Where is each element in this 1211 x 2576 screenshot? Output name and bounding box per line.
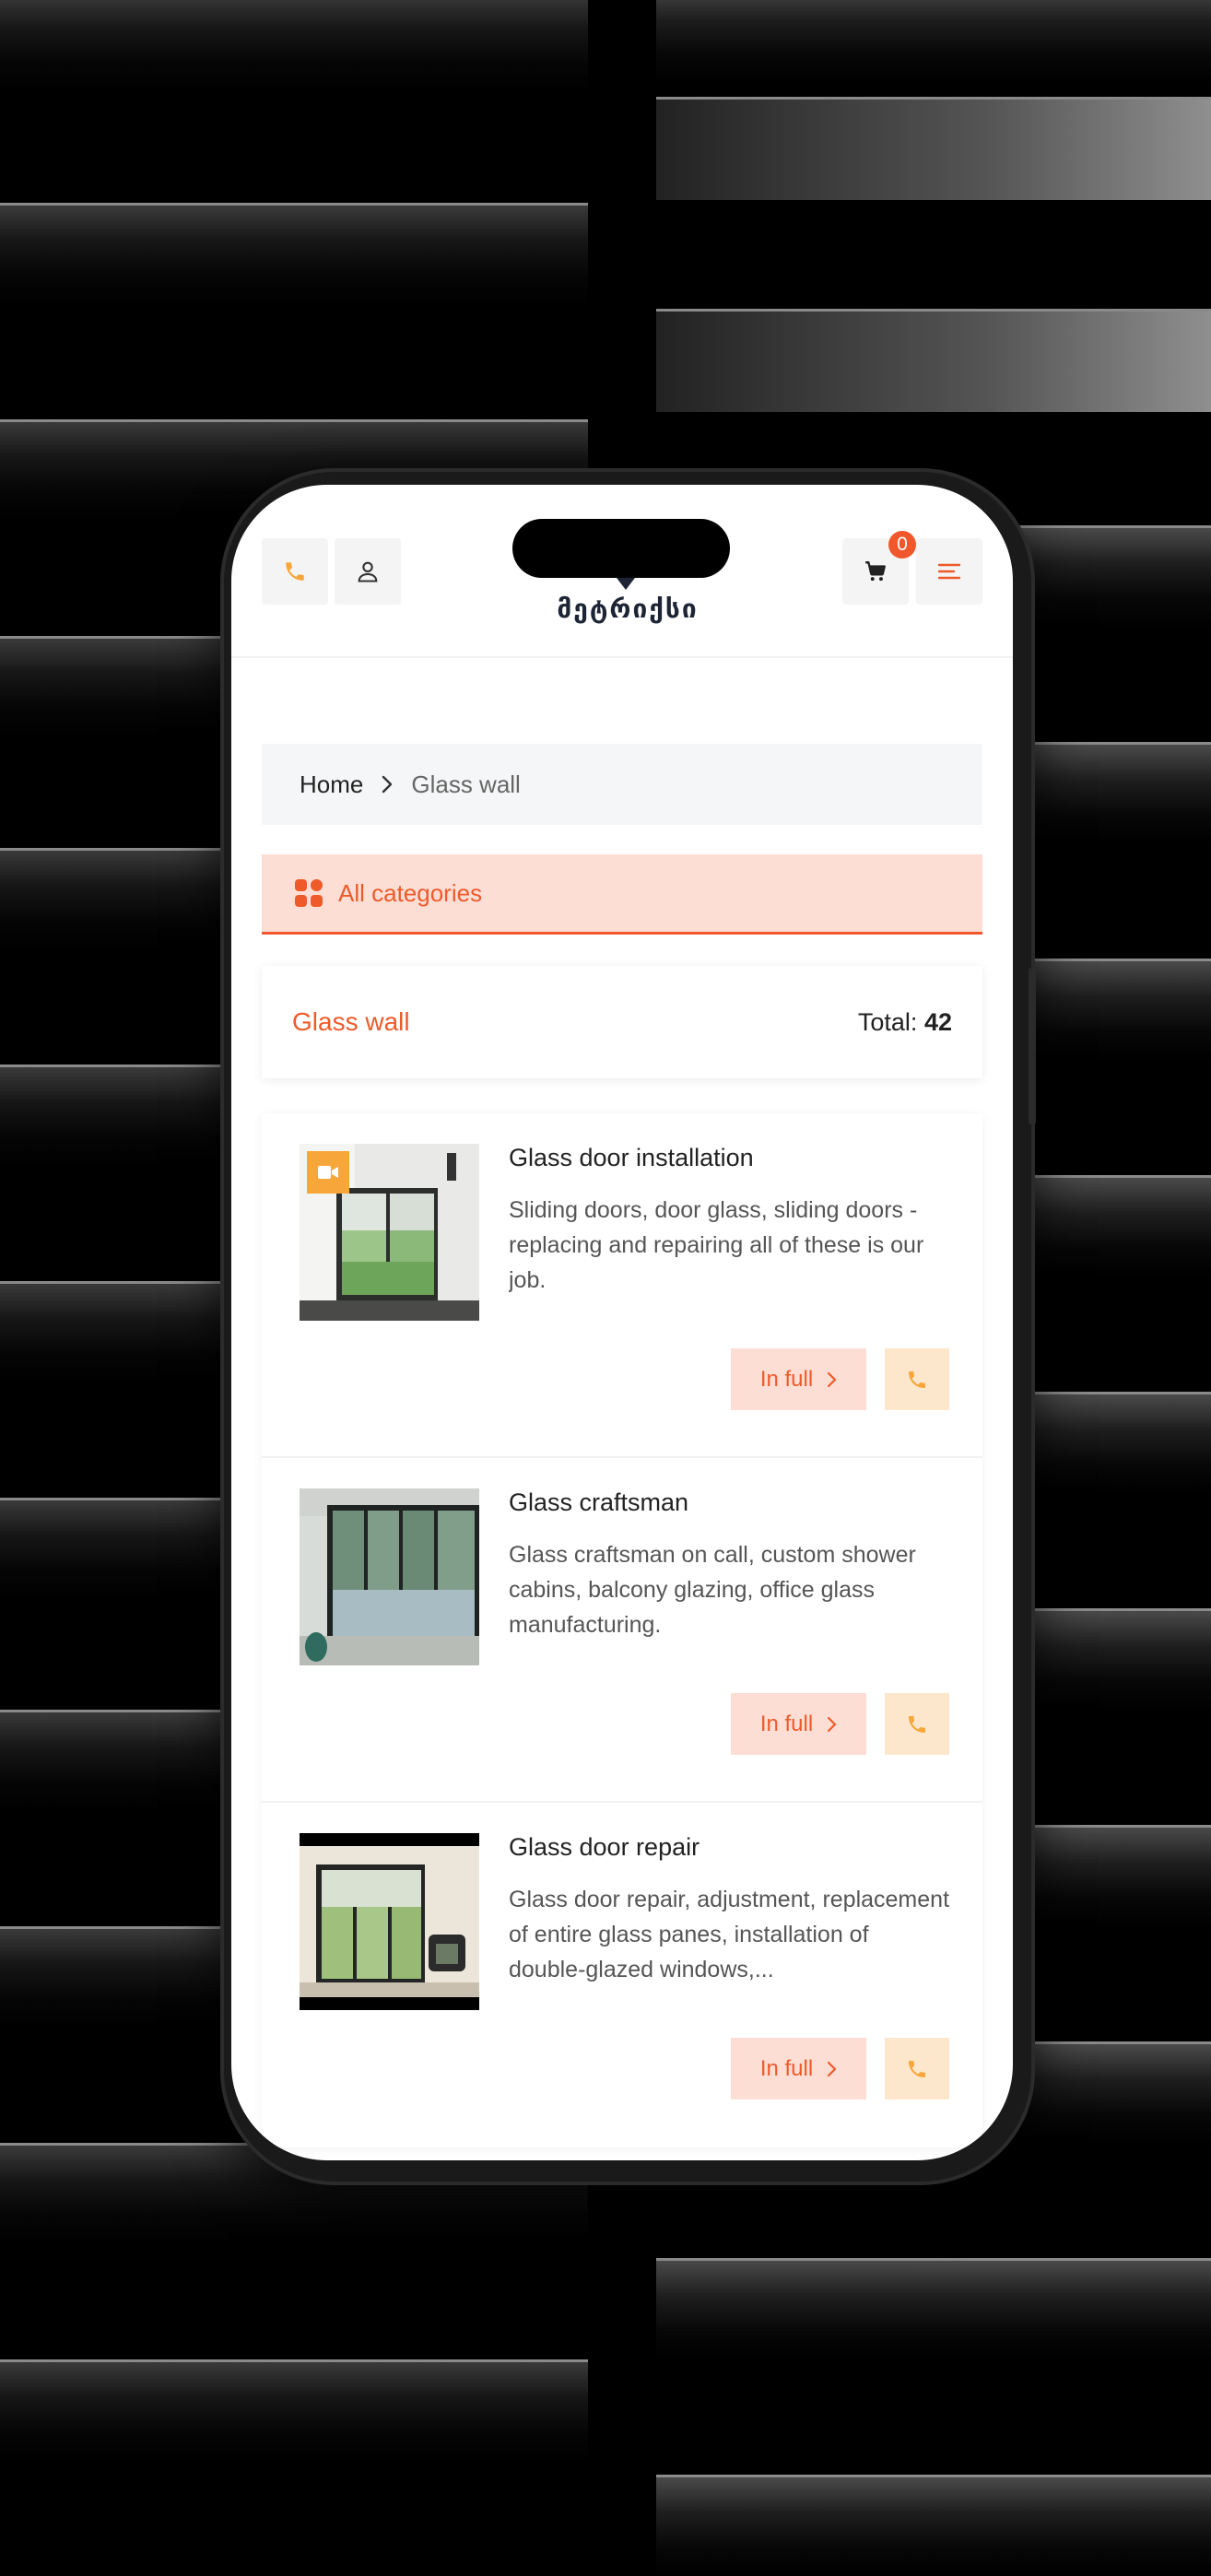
chevron-right-icon [828, 2061, 837, 2076]
chevron-right-icon [828, 1371, 837, 1387]
in-full-button[interactable]: In full [731, 2038, 866, 2100]
logo-mark [617, 578, 635, 590]
chevron-right-icon [380, 774, 394, 794]
phone-icon [286, 562, 304, 581]
service-list: Glass door installation Sliding doors, d… [262, 1113, 982, 2147]
item-description: Glass door repair, adjustment, replaceme… [509, 1887, 950, 1982]
in-full-button[interactable]: In full [731, 1348, 866, 1410]
total-count: Total: 42 [857, 1007, 952, 1036]
phone-icon [909, 1715, 925, 1733]
item-title[interactable]: Glass craftsman [509, 1488, 688, 1517]
item-thumbnail[interactable] [300, 1488, 479, 1665]
all-categories-label: All categories [338, 878, 483, 907]
cart-button[interactable]: 0 [842, 531, 916, 605]
list-item: Glass craftsman Glass craftsman on call,… [262, 1458, 982, 1803]
breadcrumb: Home Glass wall [262, 744, 982, 825]
account-button[interactable] [335, 538, 401, 605]
item-description: Sliding doors, door glass, sliding doors… [509, 1197, 924, 1293]
item-title[interactable]: Glass door repair [509, 1833, 700, 1862]
phone-icon [909, 1370, 925, 1388]
item-thumbnail[interactable] [300, 1144, 479, 1321]
breadcrumb-home-link[interactable]: Home [300, 770, 363, 799]
listing-header: Glass wall Total: 42 [262, 966, 982, 1078]
grid-icon [295, 879, 323, 907]
phone-side-button [1029, 968, 1036, 1124]
menu-button[interactable] [916, 538, 982, 605]
site-logo[interactable]: მეტრიქსი [554, 594, 701, 630]
call-button[interactable] [262, 538, 328, 605]
item-description: Glass craftsman on call, custom shower c… [509, 1542, 916, 1638]
item-thumbnail[interactable] [300, 1833, 479, 2010]
breadcrumb-current: Glass wall [411, 770, 521, 798]
cart-icon [865, 561, 886, 582]
menu-icon [937, 563, 961, 580]
dynamic-island [512, 519, 730, 578]
chevron-right-icon [828, 1716, 837, 1732]
cart-count-badge: 0 [888, 531, 916, 559]
user-icon [358, 561, 378, 582]
in-full-button[interactable]: In full [731, 1693, 866, 1755]
list-item: Glass door installation Sliding doors, d… [262, 1113, 982, 1458]
phone-icon [909, 2060, 925, 2077]
category-title: Glass wall [292, 1007, 410, 1036]
call-item-button[interactable] [885, 2038, 949, 2100]
list-item: Glass door repair Glass door repair, adj… [262, 1803, 982, 2147]
call-item-button[interactable] [885, 1348, 949, 1410]
call-item-button[interactable] [885, 1693, 949, 1755]
video-icon [307, 1151, 349, 1194]
item-title[interactable]: Glass door installation [509, 1144, 754, 1172]
phone-screen: მეტრიქსი 0 Home Glass wall All categorie… [231, 485, 1013, 2160]
all-categories-toggle[interactable]: All categories [262, 854, 982, 935]
